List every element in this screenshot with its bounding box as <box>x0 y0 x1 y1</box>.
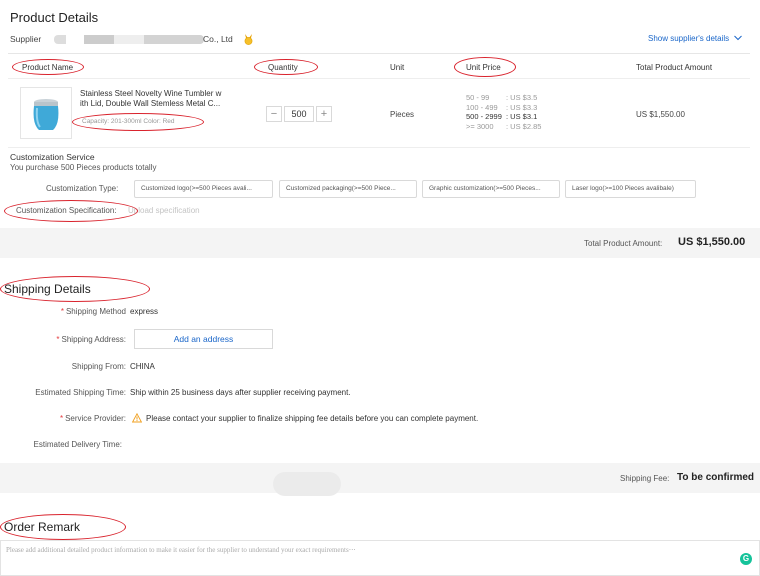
tier-range: 50 - 99 <box>466 93 490 102</box>
product-name-line1[interactable]: Stainless Steel Novelty Wine Tumbler w <box>80 89 240 99</box>
quantity-increment-button[interactable]: + <box>316 106 332 122</box>
supplier-row: Supplier Co., Ltd <box>10 34 270 46</box>
total-product-value: US $1,550.00 <box>678 236 746 248</box>
tier-range: >= 3000 <box>466 121 494 131</box>
product-total: US $1,550.00 <box>636 110 685 119</box>
estimated-shipping-time-label: Estimated Shipping Time: <box>35 388 126 397</box>
warning-triangle-icon <box>131 412 143 423</box>
customization-title: Customization Service <box>10 152 95 162</box>
product-details-title: Product Details <box>10 10 99 25</box>
required-asterisk: * <box>60 307 64 316</box>
tier-range: 100 - 499 <box>466 102 498 112</box>
supplier-name-redacted <box>54 35 204 44</box>
required-asterisk: * <box>59 414 64 423</box>
gold-medal-icon <box>243 34 254 45</box>
row-divider <box>8 147 750 148</box>
customization-subtitle: You purchase 500 Pieces products totally <box>10 163 157 172</box>
total-product-label: Total Product Amount: <box>584 239 663 248</box>
supplier-name-suffix: Co., Ltd <box>203 34 233 44</box>
top-divider <box>8 53 750 54</box>
col-header-product-name: Product Name <box>22 63 74 72</box>
price-tier: 100 - 499 : US $3.3 <box>466 103 576 113</box>
grammarly-icon[interactable]: G <box>740 553 752 565</box>
service-provider-label-text: Service Provider: <box>65 414 126 423</box>
order-remark-title: Order Remark <box>4 520 81 534</box>
shipping-method-value: express <box>130 307 159 316</box>
shipping-fee-value: To be confirmed <box>677 472 755 483</box>
shipping-method-label-text: Shipping Method <box>65 307 126 316</box>
show-supplier-details-label[interactable]: Show supplier's details <box>648 34 729 43</box>
customization-spec-label: Customization Specification: <box>16 206 117 215</box>
tier-price: : US $3.5 <box>506 93 538 102</box>
quantity-stepper[interactable]: − 500 + <box>266 106 336 122</box>
show-supplier-details-link[interactable]: Show supplier's details <box>648 34 743 43</box>
product-name-line2[interactable]: ith Lid, Double Wall Stemless Metal C... <box>80 99 240 109</box>
product-unit: Pieces <box>390 110 415 119</box>
customization-type-label: Customization Type: <box>46 184 119 193</box>
tier-price: : US $2.85 <box>506 121 542 131</box>
product-attributes: Capacity: 201-300ml Color: Red <box>82 118 175 125</box>
order-remark-placeholder: Please add additional detailed product i… <box>6 546 356 554</box>
price-tier-active: 500 - 2999 : US $3.1 <box>466 112 576 122</box>
estimated-shipping-time-value: Ship within 25 business days after suppl… <box>130 388 351 397</box>
price-tier-list: 50 - 99 : US $3.5 100 - 499 : US $3.3 500 … <box>466 93 576 131</box>
shipping-details-title: Shipping Details <box>4 282 91 296</box>
col-header-quantity: Quantity <box>268 63 298 72</box>
chevron-down-icon <box>734 34 743 43</box>
tier-range: 500 - 2999 <box>466 112 502 121</box>
shipping-method-label: * Shipping Method <box>20 307 126 316</box>
customization-option-packaging[interactable]: Customized packaging(>=500 Piece... <box>279 180 417 198</box>
tier-price: : US $3.3 <box>506 102 538 112</box>
header-divider <box>8 78 750 79</box>
customization-option-logo[interactable]: Customized logo(>=500 Pieces avali... <box>134 180 273 198</box>
shipping-address-label: * Shipping Address: <box>20 335 126 344</box>
upload-specification-link[interactable]: Upload specification <box>128 206 200 215</box>
customization-option-laser-logo[interactable]: Laser logo(>=100 Pieces avalibale) <box>565 180 696 198</box>
order-remark-textarea[interactable]: Please add additional detailed product i… <box>0 540 760 576</box>
shipping-fee-label: Shipping Fee: <box>620 474 670 483</box>
add-address-button[interactable]: Add an address <box>134 329 273 349</box>
customization-option-graphic[interactable]: Graphic customization(>=500 Pieces... <box>422 180 560 198</box>
estimated-delivery-time-label: Estimated Delivery Time: <box>33 440 122 449</box>
product-name[interactable]: Stainless Steel Novelty Wine Tumbler w i… <box>80 89 240 109</box>
shipping-from-value: CHINA <box>130 362 155 371</box>
scroll-pill <box>273 472 341 496</box>
shipping-from-label: Shipping From: <box>71 362 126 371</box>
shipping-address-label-text: Shipping Address: <box>61 335 127 344</box>
col-header-total-product-amount: Total Product Amount <box>636 63 713 72</box>
col-header-unit: Unit <box>390 63 405 72</box>
quantity-input[interactable]: 500 <box>284 106 314 122</box>
tumbler-image <box>33 99 59 130</box>
quantity-decrement-button[interactable]: − <box>266 106 282 122</box>
required-asterisk: * <box>56 335 60 344</box>
price-tier: 50 - 99 : US $3.5 <box>466 93 576 103</box>
product-thumbnail[interactable] <box>20 87 72 139</box>
supplier-label: Supplier <box>10 34 42 44</box>
service-provider-message: Please contact your supplier to finalize… <box>146 414 479 423</box>
price-tier: >= 3000 : US $2.85 <box>466 122 576 132</box>
service-provider-label: * Service Provider: <box>20 414 126 423</box>
col-header-unit-price: Unit Price <box>466 63 501 72</box>
tier-price: : US $3.1 <box>506 112 538 121</box>
